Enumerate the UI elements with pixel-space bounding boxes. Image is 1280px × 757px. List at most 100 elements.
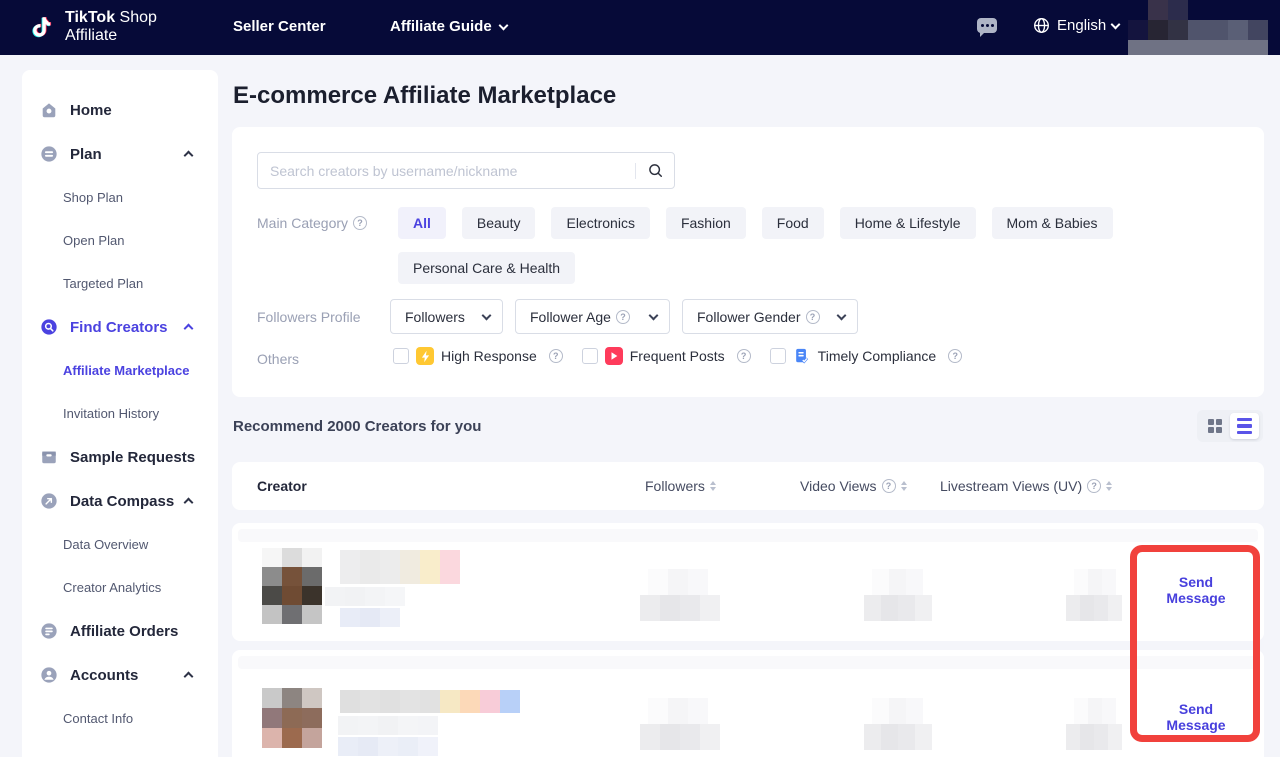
help-icon[interactable]: [616, 310, 630, 324]
logo-text: TikTok Shop Affiliate: [65, 9, 157, 45]
accounts-icon: [40, 666, 58, 684]
livestream-views-value-blurred: [1066, 698, 1122, 750]
creator-avatar-blurred: [262, 688, 322, 748]
follower-gender-dropdown[interactable]: Follower Gender: [682, 299, 858, 334]
livestream-views-value-blurred: [1066, 569, 1122, 621]
sidebar-item-find-creators[interactable]: Find Creators: [22, 305, 218, 349]
checkbox[interactable]: [393, 348, 409, 364]
tiktok-shop-affiliate-logo[interactable]: TikTok Shop Affiliate: [30, 9, 157, 45]
nav-seller-center[interactable]: Seller Center: [233, 18, 326, 35]
send-message-button[interactable]: Send Message: [1148, 701, 1244, 733]
frequent-posts-filter[interactable]: Frequent Posts: [582, 347, 751, 365]
affiliate-orders-icon: [40, 622, 58, 640]
category-pill-electronics[interactable]: Electronics: [551, 207, 649, 239]
checkbox[interactable]: [582, 348, 598, 364]
chevron-up-icon[interactable]: [184, 672, 194, 682]
grid-icon: [1208, 419, 1222, 433]
column-livestream-views[interactable]: Livestream Views (UV): [940, 462, 1112, 510]
tiktok-note-icon: [30, 12, 56, 42]
find-creators-icon: [40, 318, 58, 336]
search-input[interactable]: [258, 163, 635, 179]
column-video-views[interactable]: Video Views: [800, 462, 907, 510]
document-check-icon: [793, 347, 811, 365]
sort-icon[interactable]: [710, 481, 716, 491]
help-icon[interactable]: [948, 349, 962, 363]
creator-row[interactable]: Send Message: [232, 523, 1264, 641]
chevron-down-icon: [649, 310, 659, 320]
creator-name-blurred: [340, 550, 460, 584]
app-window: TikTok Shop Affiliate Seller Center Affi…: [0, 0, 1280, 757]
sidebar-item-affiliate-orders[interactable]: Affiliate Orders: [22, 609, 218, 653]
sort-icon[interactable]: [1106, 481, 1112, 491]
help-icon[interactable]: [353, 216, 367, 230]
message-icon[interactable]: [977, 18, 997, 33]
video-play-icon: [605, 347, 623, 365]
sidebar-item-targeted-plan[interactable]: Targeted Plan: [22, 262, 218, 305]
sidebar-item-open-plan[interactable]: Open Plan: [22, 219, 218, 262]
sidebar-item-home[interactable]: Home: [22, 88, 218, 132]
top-nav: TikTok Shop Affiliate Seller Center Affi…: [0, 0, 1280, 55]
chevron-down-icon: [1111, 19, 1121, 29]
creator-name-blurred: [340, 690, 520, 713]
sidebar-item-data-compass[interactable]: Data Compass: [22, 479, 218, 523]
chevron-down-icon: [837, 310, 847, 320]
main-content: E-commerce Affiliate Marketplace Main Ca…: [232, 70, 1264, 757]
creator-meta-blurred: [338, 716, 438, 735]
chevron-down-icon: [482, 310, 492, 320]
creator-row[interactable]: Send Message: [232, 650, 1264, 757]
sidebar-item-shop-plan[interactable]: Shop Plan: [22, 176, 218, 219]
follower-age-dropdown[interactable]: Follower Age: [515, 299, 670, 334]
grid-view-button[interactable]: [1200, 413, 1229, 439]
high-response-filter[interactable]: High Response: [393, 347, 563, 365]
chevron-up-icon[interactable]: [184, 498, 194, 508]
category-pill-all[interactable]: All: [398, 207, 446, 239]
language-selector[interactable]: English: [1033, 17, 1119, 34]
nav-affiliate-guide[interactable]: Affiliate Guide: [390, 18, 507, 35]
sidebar-item-contact-info[interactable]: Contact Info: [22, 697, 218, 740]
followers-dropdown[interactable]: Followers: [390, 299, 503, 334]
help-icon[interactable]: [737, 349, 751, 363]
video-views-value-blurred: [864, 698, 932, 750]
sidebar-item-invitation-history[interactable]: Invitation History: [22, 392, 218, 435]
help-icon[interactable]: [1087, 479, 1101, 493]
blurred-strip: [238, 529, 1258, 542]
sidebar-item-accounts[interactable]: Accounts: [22, 653, 218, 697]
creator-avatar-blurred: [262, 548, 322, 624]
sort-icon[interactable]: [901, 481, 907, 491]
sidebar-item-plan[interactable]: Plan: [22, 132, 218, 176]
list-icon: [1237, 418, 1252, 435]
timely-compliance-filter[interactable]: Timely Compliance: [770, 347, 963, 365]
creator-search-box: [257, 152, 675, 189]
checkbox[interactable]: [770, 348, 786, 364]
recommend-count-text: Recommend 2000 Creators for you: [233, 418, 481, 435]
help-icon[interactable]: [882, 479, 896, 493]
send-message-button[interactable]: Send Message: [1148, 574, 1244, 606]
others-label: Others: [257, 351, 299, 367]
chevron-down-icon: [498, 20, 508, 30]
search-icon[interactable]: [636, 162, 674, 179]
help-icon[interactable]: [549, 349, 563, 363]
chevron-up-icon[interactable]: [184, 151, 194, 161]
sidebar-item-creator-analytics[interactable]: Creator Analytics: [22, 566, 218, 609]
category-pill-beauty[interactable]: Beauty: [462, 207, 536, 239]
page-title: E-commerce Affiliate Marketplace: [233, 82, 616, 110]
sidebar: Home Plan Shop Plan Open Plan Targeted P…: [22, 70, 218, 757]
chevron-up-icon[interactable]: [184, 324, 194, 334]
globe-icon: [1033, 17, 1051, 34]
category-pill-fashion[interactable]: Fashion: [666, 207, 746, 239]
column-followers[interactable]: Followers: [645, 462, 716, 510]
category-pill-food[interactable]: Food: [762, 207, 824, 239]
table-header: Creator Followers Video Views Livestream…: [232, 462, 1264, 510]
lightning-icon: [416, 347, 434, 365]
sidebar-item-data-overview[interactable]: Data Overview: [22, 523, 218, 566]
list-view-button[interactable]: [1230, 413, 1259, 439]
category-pill-mom-babies[interactable]: Mom & Babies: [992, 207, 1113, 239]
view-toggle: [1197, 410, 1263, 442]
category-pill-home-lifestyle[interactable]: Home & Lifestyle: [840, 207, 976, 239]
help-icon[interactable]: [806, 310, 820, 324]
account-area-blurred[interactable]: [1128, 0, 1268, 55]
followers-value-blurred: [640, 698, 720, 750]
sidebar-item-sample-requests[interactable]: Sample Requests: [22, 435, 218, 479]
category-pill-personal-care-health[interactable]: Personal Care & Health: [398, 252, 575, 284]
sidebar-item-affiliate-marketplace[interactable]: Affiliate Marketplace: [22, 349, 218, 392]
